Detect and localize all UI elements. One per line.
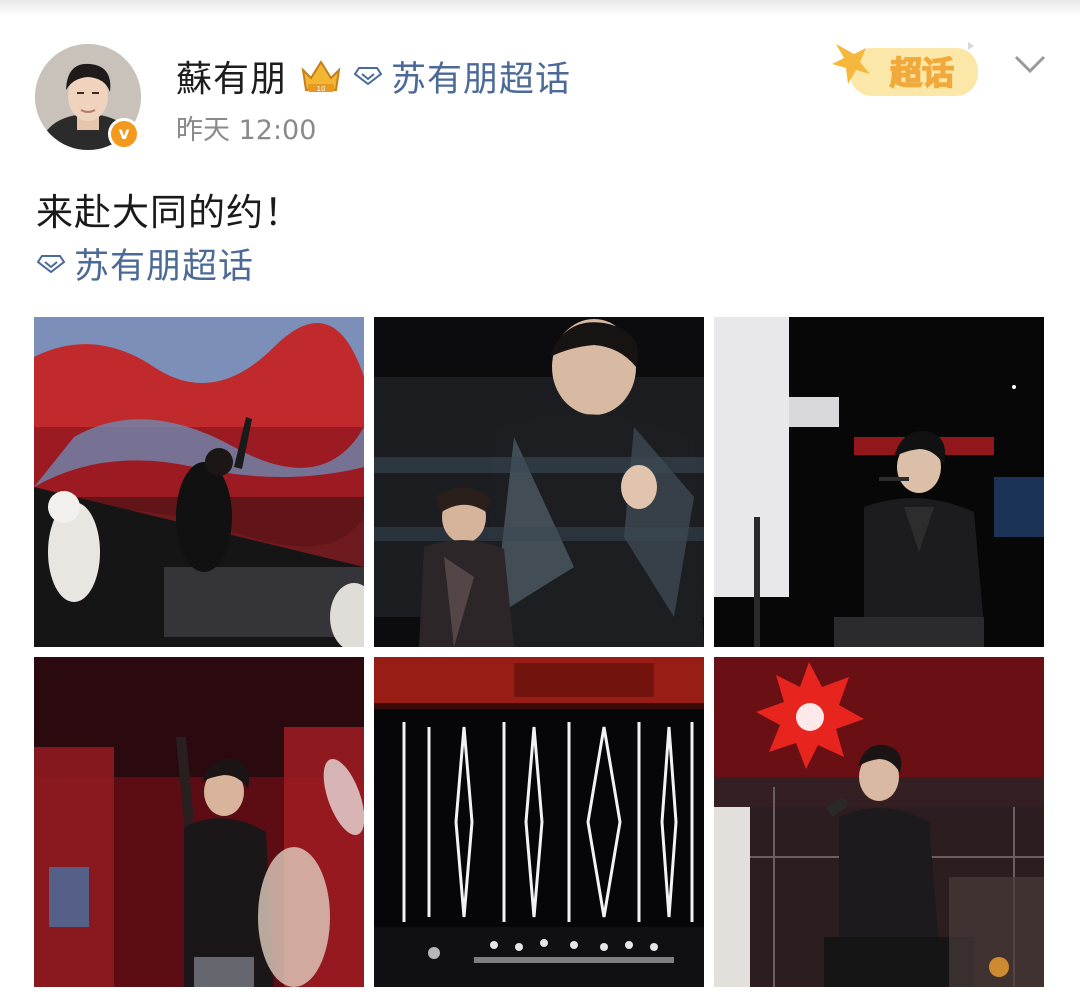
weibo-post: v 蘇有朋 10 苏有朋超话 昨天 12:00 超话 来赴大同的约！ 苏有朋超话 — [0, 0, 1080, 994]
chaohua-badge-icon[interactable]: 超话 — [826, 34, 986, 106]
topic-link-header[interactable]: 苏有朋超话 — [353, 51, 571, 102]
chevron-down-icon[interactable] — [1012, 52, 1048, 76]
topic-link-body[interactable]: 苏有朋超话 — [36, 238, 254, 289]
username[interactable]: 蘇有朋 — [176, 50, 287, 102]
photo-5[interactable] — [374, 657, 704, 987]
crown-badge-icon[interactable]: 10 — [299, 56, 343, 96]
photo-1[interactable] — [34, 317, 364, 647]
chaohua-badge-label: 超话 — [890, 54, 954, 92]
topic-link-body-label: 苏有朋超话 — [74, 247, 255, 287]
post-text: 来赴大同的约！ — [36, 191, 302, 234]
photo-3[interactable] — [714, 317, 1044, 647]
photo-4[interactable] — [34, 657, 364, 987]
topic-link-label: 苏有朋超话 — [391, 59, 572, 100]
diamond-icon — [36, 254, 66, 273]
verified-badge-icon: v — [108, 118, 140, 150]
photo-6[interactable] — [714, 657, 1044, 987]
svg-text:10: 10 — [317, 85, 326, 93]
photo-2[interactable] — [374, 317, 704, 647]
diamond-icon — [353, 67, 383, 86]
name-row: 蘇有朋 10 苏有朋超话 — [176, 50, 571, 102]
photo-grid — [34, 317, 1044, 987]
post-timestamp: 昨天 12:00 — [176, 115, 317, 146]
